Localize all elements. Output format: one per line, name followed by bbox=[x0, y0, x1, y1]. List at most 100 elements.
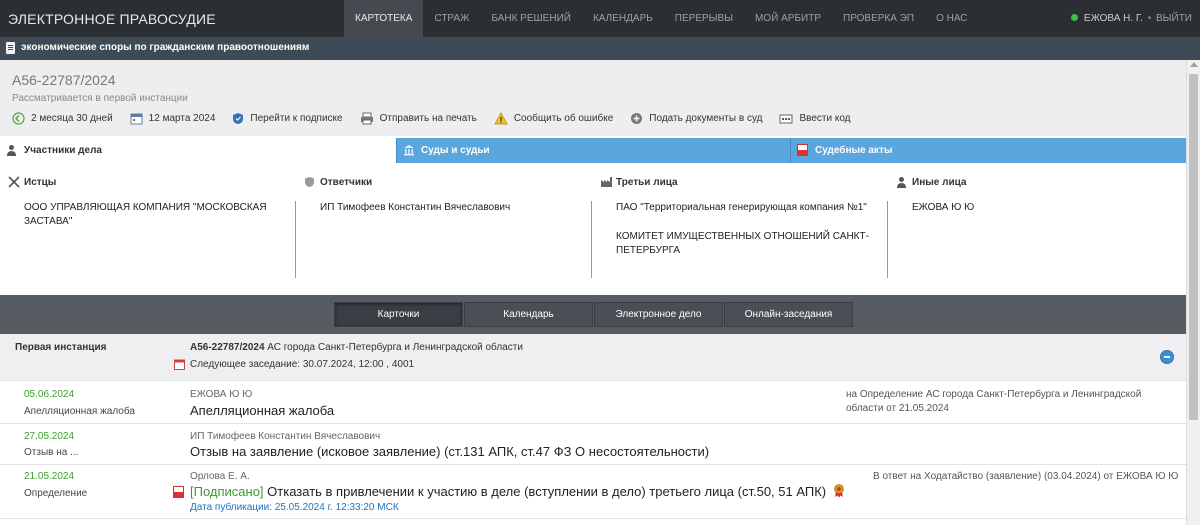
nav-kartoteka[interactable]: КАРТОТЕКА bbox=[344, 0, 424, 37]
document-title[interactable]: Апелляционная жалоба bbox=[190, 403, 334, 418]
tab-participants-label: Участники дела bbox=[24, 145, 102, 156]
view-electronic-case-button[interactable]: Электронное дело bbox=[594, 302, 723, 327]
plaintiffs-title-text: Истцы bbox=[24, 177, 57, 188]
top-nav: ЭЛЕКТРОННОЕ ПРАВОСУДИЕ КАРТОТЕКА СТРАЖ Б… bbox=[0, 0, 1200, 37]
report-error-label: Сообщить об ошибке bbox=[513, 113, 614, 124]
nav-strazh[interactable]: СТРАЖ bbox=[423, 0, 480, 37]
defendants-column: Ответчики ИП Тимофеев Константин Вячесла… bbox=[302, 163, 592, 295]
logout-link[interactable]: ВЫЙТИ bbox=[1156, 13, 1192, 24]
others-title-text: Иные лица bbox=[912, 177, 967, 188]
document-title[interactable]: [Подписано] Отказать в привлечении к уча… bbox=[190, 484, 845, 499]
subscribe-label: Перейти к подписке bbox=[250, 113, 343, 124]
submit-documents-label: Подать документы в суд bbox=[649, 113, 763, 124]
defendants-title: Ответчики bbox=[302, 177, 372, 188]
plaintiff-item[interactable]: ООО УПРАВЛЯЮЩАЯ КОМПАНИЯ "МОСКОВСКАЯ ЗАС… bbox=[24, 201, 285, 229]
brand-logo[interactable]: ЭЛЕКТРОННОЕ ПРАВОСУДИЕ bbox=[8, 11, 216, 27]
instance-header: Первая инстанция А56-22787/2024 АС город… bbox=[0, 334, 1186, 381]
case-number: А56-22787/2024 bbox=[12, 72, 116, 88]
other-item[interactable]: ЕЖОВА Ю Ю bbox=[912, 201, 1184, 215]
pdf-icon[interactable] bbox=[173, 486, 184, 498]
calendar-icon bbox=[174, 359, 185, 370]
user-separator: • bbox=[1147, 13, 1152, 24]
scrollbar[interactable] bbox=[1186, 60, 1200, 525]
defendant-item[interactable]: ИП Тимофеев Константин Вячеславович bbox=[320, 201, 581, 215]
next-hearing-text: Следующее заседание: 30.07.2024, 12:00 ,… bbox=[190, 359, 415, 370]
third-parties-title: Третьи лица bbox=[598, 177, 678, 188]
warning-icon bbox=[493, 112, 508, 125]
nav-moy-arbitr[interactable]: МОЙ АРБИТР bbox=[744, 0, 832, 37]
code-icon bbox=[779, 114, 793, 123]
instance-court: АС города Санкт-Петербурга и Ленинградск… bbox=[267, 342, 523, 353]
others-title: Иные лица bbox=[894, 177, 966, 188]
plaintiffs-title: Истцы bbox=[6, 176, 57, 188]
view-online-hearings-button[interactable]: Онлайн-заседания bbox=[724, 302, 853, 327]
instance-case: А56-22787/2024 АС города Санкт-Петербург… bbox=[190, 342, 523, 353]
document-title-text: Отказать в привлечении к участию в деле … bbox=[267, 484, 827, 499]
view-calendar-button[interactable]: Календарь bbox=[464, 302, 593, 327]
document-date: 27.05.2024 bbox=[24, 431, 75, 442]
tab-courts-label: Суды и судьи bbox=[421, 145, 490, 156]
publication-date: Дата публикации: 25.05.2024 г. 12:33:20 … bbox=[190, 502, 399, 513]
plaintiffs-list: ООО УПРАВЛЯЮЩАЯ КОМПАНИЯ "МОСКОВСКАЯ ЗАС… bbox=[24, 201, 296, 278]
others-list: ЕЖОВА Ю Ю bbox=[912, 201, 1184, 278]
next-hearing: Следующее заседание: 30.07.2024, 12:00 ,… bbox=[174, 359, 414, 370]
case-tabs: Участники дела Суды и судьи Судебные акт… bbox=[0, 138, 1186, 163]
scroll-up-arrow-icon[interactable] bbox=[1190, 62, 1198, 67]
document-date: 05.06.2024 bbox=[24, 389, 75, 400]
document-note: В ответ на Ходатайство (заявление) (03.0… bbox=[873, 471, 1179, 482]
document-author: ИП Тимофеев Константин Вячеславович bbox=[190, 431, 381, 442]
date-action[interactable]: 12 марта 2024 bbox=[130, 112, 216, 125]
tab-participants[interactable]: Участники дела bbox=[0, 138, 396, 163]
third-parties-list: ПАО "Территориальная генерирующая компан… bbox=[616, 201, 888, 278]
user-name[interactable]: ЕЖОВА Н. Г. bbox=[1084, 13, 1143, 24]
date-text: 12 марта 2024 bbox=[148, 113, 216, 124]
instance-case-number[interactable]: А56-22787/2024 bbox=[190, 342, 265, 353]
duration-icon bbox=[12, 112, 25, 125]
third-parties-column: Третьи лица ПАО "Территориальная генерир… bbox=[598, 163, 888, 295]
subscribe-button[interactable]: Перейти к подписке bbox=[232, 112, 343, 125]
document-row: 05.06.2024 Апелляционная жалоба ЕЖОВА Ю … bbox=[0, 381, 1186, 424]
defendants-list: ИП Тимофеев Константин Вячеславович bbox=[320, 201, 592, 278]
nav-o-nas[interactable]: О НАС bbox=[925, 0, 978, 37]
third-party-item[interactable]: КОМИТЕТ ИМУЩЕСТВЕННЫХ ОТНОШЕНИЙ САНКТ-ПЕ… bbox=[616, 230, 877, 258]
submit-documents-button[interactable]: Подать документы в суд bbox=[630, 112, 762, 125]
collapse-button[interactable] bbox=[1160, 350, 1174, 364]
document-author: ЕЖОВА Ю Ю bbox=[190, 389, 253, 400]
signed-badge: [Подписано] bbox=[190, 484, 264, 499]
view-switch-band: Карточки Календарь Электронное дело Онла… bbox=[0, 295, 1186, 334]
nav-bank-resheniy[interactable]: БАНК РЕШЕНИЙ bbox=[480, 0, 582, 37]
case-category: экономические споры по гражданским право… bbox=[21, 42, 310, 53]
enter-code-button[interactable]: Ввести код bbox=[779, 113, 851, 125]
case-header: А56-22787/2024 Рассматривается в первой … bbox=[0, 60, 1186, 136]
report-error-button[interactable]: Сообщить об ошибке bbox=[493, 112, 614, 125]
shield-icon bbox=[305, 177, 314, 187]
document-type: Апелляционная жалоба bbox=[24, 406, 135, 417]
duration-text: 2 месяца 30 дней bbox=[31, 113, 113, 124]
document-note: на Определение АС города Санкт-Петербург… bbox=[846, 389, 1142, 414]
printer-icon bbox=[360, 112, 373, 125]
tab-courts[interactable]: Суды и судьи bbox=[396, 138, 790, 163]
third-party-item[interactable]: ПАО "Территориальная генерирующая компан… bbox=[616, 201, 877, 215]
case-actions: 2 месяца 30 дней 12 марта 2024 Перейти к… bbox=[12, 112, 868, 125]
others-column: Иные лица ЕЖОВА Ю Ю bbox=[894, 163, 1184, 295]
case-status: Рассматривается в первой инстанции bbox=[12, 93, 188, 104]
nav-calendar[interactable]: КАЛЕНДАРЬ bbox=[582, 0, 664, 37]
tab-acts-label: Судебные акты bbox=[815, 145, 893, 156]
print-label: Отправить на печать bbox=[379, 113, 477, 124]
nav-proverka-ep[interactable]: ПРОВЕРКА ЭП bbox=[832, 0, 925, 37]
print-button[interactable]: Отправить на печать bbox=[360, 112, 477, 125]
gavel-icon bbox=[8, 176, 20, 188]
defendants-title-text: Ответчики bbox=[320, 177, 373, 188]
courthouse-icon bbox=[404, 145, 414, 156]
document-author: Орлова Е. А. bbox=[190, 471, 250, 482]
view-switch: Карточки Календарь Электронное дело Онла… bbox=[334, 302, 854, 327]
document-title[interactable]: Отзыв на заявление (исковое заявление) (… bbox=[190, 444, 709, 459]
view-cards-button[interactable]: Карточки bbox=[334, 302, 463, 327]
document-icon bbox=[6, 42, 15, 54]
scroll-thumb[interactable] bbox=[1189, 74, 1198, 420]
calendar-icon bbox=[130, 113, 143, 125]
plus-circle-icon bbox=[631, 113, 643, 124]
duration-action[interactable]: 2 месяца 30 дней bbox=[12, 112, 113, 125]
nav-pereryvy[interactable]: ПЕРЕРЫВЫ bbox=[664, 0, 744, 37]
tab-acts[interactable]: Судебные акты bbox=[790, 138, 1186, 163]
